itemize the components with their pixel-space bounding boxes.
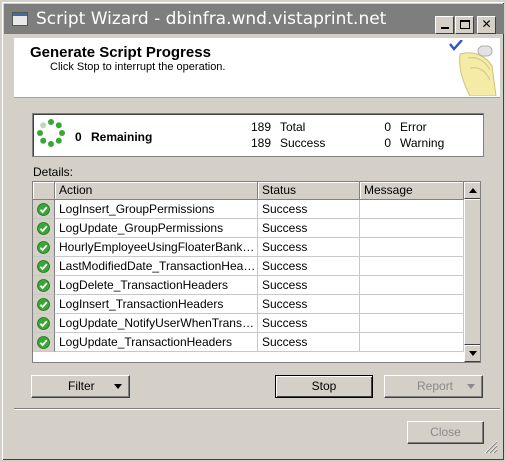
- column-header-message[interactable]: Message: [360, 182, 464, 200]
- close-icon: ✕: [481, 17, 492, 31]
- progress-spinner-icon: [37, 119, 65, 147]
- table-row[interactable]: LogUpdate_NotifyUserWhenTransact... Succe…: [33, 314, 464, 333]
- details-grid[interactable]: Action Status Message LogInsert_GroupPer…: [32, 181, 481, 363]
- total-label: Total: [280, 120, 306, 134]
- title-bar[interactable]: Script Wizard - dbinfra.wnd.vistaprint.n…: [4, 4, 504, 34]
- status-cell: Success: [258, 333, 360, 352]
- resize-grip-icon[interactable]: [484, 440, 498, 454]
- table-row[interactable]: LogDelete_TransactionHeaders Success: [33, 276, 464, 295]
- table-row[interactable]: LogInsert_GroupPermissions Success: [33, 200, 464, 219]
- status-cell: Success: [258, 276, 360, 295]
- table-row[interactable]: LogUpdate_TransactionHeaders Success: [33, 333, 464, 352]
- action-cell: LogUpdate_NotifyUserWhenTransact...: [55, 314, 258, 333]
- message-cell: [360, 238, 464, 257]
- scroll-down-button[interactable]: [464, 345, 480, 362]
- success-label: Success: [280, 136, 326, 150]
- action-cell: HourlyEmployeeUsingFloaterBankIsFl...: [55, 238, 258, 257]
- status-cell: Success: [258, 200, 360, 219]
- wizard-header: Generate Script Progress Click Stop to i…: [14, 38, 500, 98]
- action-cell: LogInsert_GroupPermissions: [55, 200, 258, 219]
- success-check-icon: [37, 279, 50, 292]
- table-row[interactable]: HourlyEmployeeUsingFloaterBankIsFl... Suc…: [33, 238, 464, 257]
- report-button-label: Report: [417, 379, 454, 393]
- success-check-icon: [37, 317, 50, 330]
- warning-label: Warning: [400, 136, 445, 150]
- arrow-down-icon: [469, 351, 477, 356]
- message-cell: [360, 314, 464, 333]
- success-check-icon: [37, 336, 50, 349]
- footer-divider: [14, 408, 500, 410]
- script-wizard-window: Script Wizard - dbinfra.wnd.vistaprint.n…: [0, 0, 506, 462]
- action-cell: LogInsert_TransactionHeaders: [55, 295, 258, 314]
- row-status-cell: [33, 295, 55, 314]
- stop-button[interactable]: Stop: [275, 375, 373, 398]
- status-cell: Success: [258, 219, 360, 238]
- action-cell: LastModifiedDate_TransactionHeaders: [55, 257, 258, 276]
- error-label: Error: [400, 120, 427, 134]
- success-count: 189: [250, 136, 271, 150]
- success-check-icon: [37, 203, 50, 216]
- chevron-down-icon: [467, 384, 475, 389]
- column-header-action[interactable]: Action: [55, 182, 258, 200]
- progress-summary: 0 Remaining 189 Total 189 Success 0 Erro…: [32, 113, 484, 157]
- message-cell: [360, 257, 464, 276]
- chevron-down-icon: [114, 384, 122, 389]
- report-button[interactable]: Report: [384, 375, 483, 398]
- message-cell: [360, 333, 464, 352]
- success-check-icon: [37, 241, 50, 254]
- status-cell: Success: [258, 257, 360, 276]
- total-count: 189: [250, 120, 271, 134]
- maximize-button[interactable]: [455, 16, 474, 34]
- minimize-icon: [440, 27, 449, 29]
- row-status-cell: [33, 257, 55, 276]
- scroll-thumb[interactable]: [464, 199, 480, 345]
- message-cell: [360, 276, 464, 295]
- status-cell: Success: [258, 314, 360, 333]
- header-icon-column[interactable]: [33, 182, 55, 200]
- scroll-up-button[interactable]: [464, 182, 480, 199]
- window-app-icon: [12, 12, 28, 26]
- success-check-icon: [37, 222, 50, 235]
- action-cell: LogUpdate_TransactionHeaders: [55, 333, 258, 352]
- status-cell: Success: [258, 295, 360, 314]
- status-cell: Success: [258, 238, 360, 257]
- page-title: Generate Script Progress: [30, 44, 211, 61]
- row-status-cell: [33, 276, 55, 295]
- filter-button[interactable]: Filter: [31, 375, 130, 398]
- action-cell: LogUpdate_GroupPermissions: [55, 219, 258, 238]
- success-check-icon: [37, 260, 50, 273]
- success-check-icon: [37, 298, 50, 311]
- details-label: Details:: [33, 165, 74, 179]
- error-count: 0: [384, 120, 391, 134]
- grid-header: Action Status Message: [33, 182, 464, 200]
- wizard-scroll-icon: [449, 40, 497, 96]
- message-cell: [360, 200, 464, 219]
- arrow-up-icon: [469, 188, 477, 193]
- column-header-status[interactable]: Status: [258, 182, 360, 200]
- row-status-cell: [33, 333, 55, 352]
- vertical-scrollbar[interactable]: [464, 182, 480, 362]
- row-status-cell: [33, 200, 55, 219]
- row-status-cell: [33, 314, 55, 333]
- table-row[interactable]: LastModifiedDate_TransactionHeaders Succe…: [33, 257, 464, 276]
- page-subtitle: Click Stop to interrupt the operation.: [50, 61, 226, 73]
- filter-button-label: Filter: [68, 379, 95, 393]
- table-row[interactable]: LogUpdate_GroupPermissions Success: [33, 219, 464, 238]
- warning-count: 0: [384, 136, 391, 150]
- remaining-count: 0: [75, 130, 82, 144]
- action-cell: LogDelete_TransactionHeaders: [55, 276, 258, 295]
- close-button[interactable]: Close: [407, 421, 484, 444]
- minimize-button[interactable]: [435, 16, 454, 34]
- message-cell: [360, 219, 464, 238]
- maximize-icon: [459, 20, 470, 29]
- row-status-cell: [33, 219, 55, 238]
- row-status-cell: [33, 238, 55, 257]
- table-row[interactable]: LogInsert_TransactionHeaders Success: [33, 295, 464, 314]
- message-cell: [360, 295, 464, 314]
- remaining-label: Remaining: [91, 130, 153, 144]
- close-window-button[interactable]: ✕: [477, 16, 496, 34]
- window-title: Script Wizard - dbinfra.wnd.vistaprint.n…: [36, 9, 387, 29]
